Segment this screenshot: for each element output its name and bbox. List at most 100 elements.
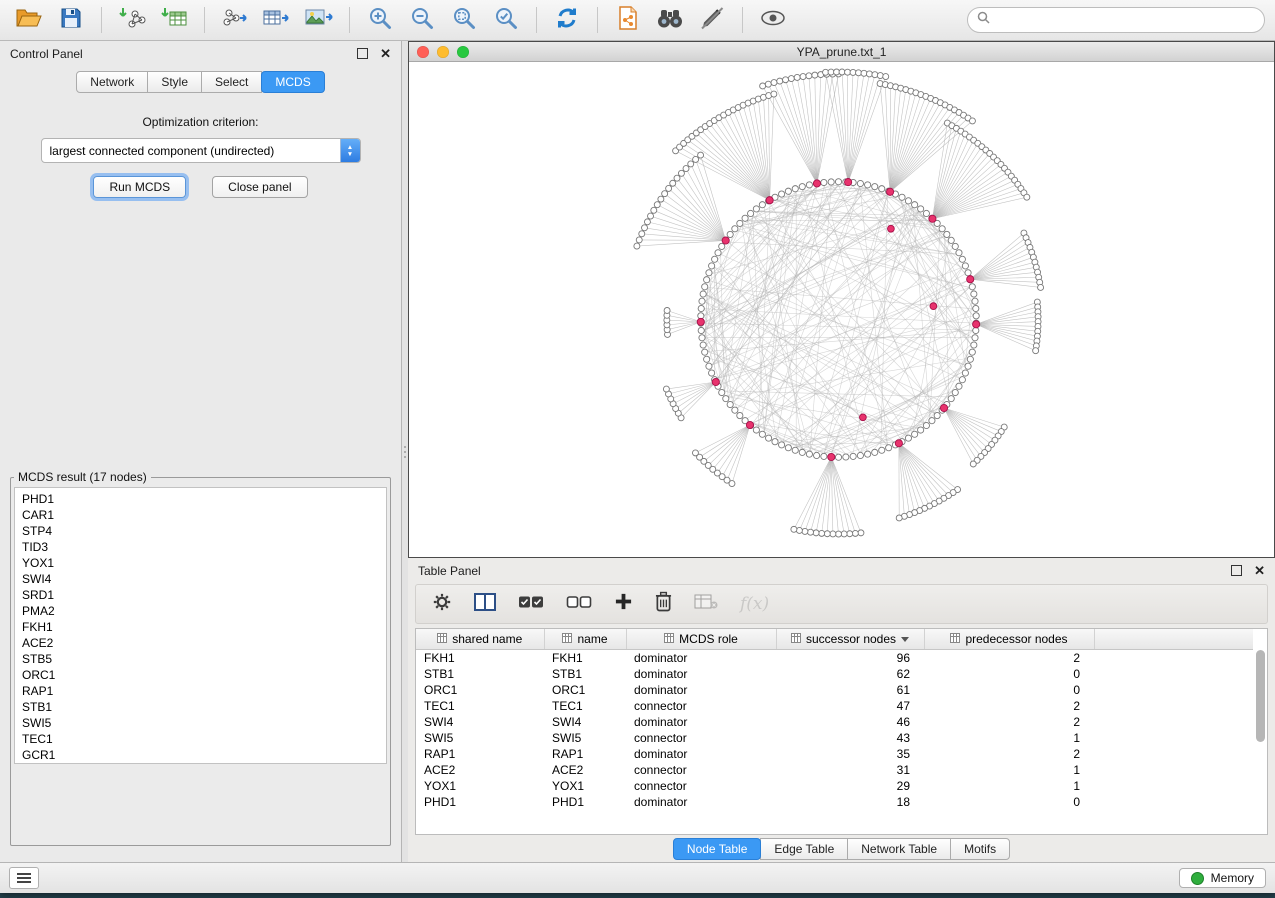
vizmap-button[interactable] [693, 4, 731, 36]
search-input[interactable] [996, 12, 1255, 28]
float-panel-icon[interactable] [357, 48, 368, 59]
tab-node-table[interactable]: Node Table [673, 838, 762, 860]
show-columns-button[interactable] [474, 593, 496, 616]
result-item[interactable]: TEC1 [22, 731, 386, 747]
import-network-button[interactable] [113, 4, 151, 36]
network-canvas[interactable] [409, 62, 1274, 557]
result-item[interactable]: SRD1 [22, 587, 386, 603]
table-row[interactable]: ORC1ORC1dominator610 [416, 682, 1253, 698]
control-panel-header: Control Panel ✕ [0, 41, 401, 66]
status-menu-button[interactable] [9, 867, 39, 889]
tab-select[interactable]: Select [201, 71, 262, 93]
criterion-select[interactable]: largest connected component (undirected)… [41, 138, 361, 163]
memory-button[interactable]: Memory [1179, 868, 1266, 888]
result-item[interactable]: PMA2 [22, 603, 386, 619]
save-session-button[interactable] [52, 4, 90, 36]
tab-style[interactable]: Style [147, 71, 202, 93]
close-table-panel-icon[interactable]: ✕ [1254, 564, 1265, 577]
select-all-button[interactable] [518, 594, 544, 615]
select-stepper-icon[interactable]: ▲▼ [340, 139, 360, 162]
tab-network-table[interactable]: Network Table [847, 838, 951, 860]
table-cell: dominator [626, 650, 776, 667]
memory-status-icon [1191, 872, 1204, 885]
result-item[interactable]: CAR1 [22, 507, 386, 523]
unselect-all-button[interactable] [566, 594, 592, 615]
open-file-button[interactable] [10, 4, 48, 36]
trash-icon [655, 591, 672, 617]
export-network-button[interactable] [216, 4, 254, 36]
export-table-icon [263, 6, 291, 35]
table-cell: SWI5 [416, 730, 544, 746]
export-image-icon [305, 6, 333, 35]
tab-network[interactable]: Network [76, 71, 148, 93]
result-item[interactable]: SWI5 [22, 715, 386, 731]
result-item[interactable]: RAP1 [22, 683, 386, 699]
result-item[interactable]: STP4 [22, 523, 386, 539]
result-item[interactable]: STB5 [22, 651, 386, 667]
run-mcds-button[interactable]: Run MCDS [93, 176, 186, 198]
delete-column-button[interactable] [655, 591, 672, 617]
gear-icon [432, 592, 452, 617]
zoom-selected-button[interactable] [487, 4, 525, 36]
zoom-out-button[interactable] [403, 4, 441, 36]
column-header-successor-nodes[interactable]: successor nodes [776, 629, 924, 650]
table-row[interactable]: SWI5SWI5connector431 [416, 730, 1253, 746]
add-column-button[interactable] [614, 592, 633, 616]
refresh-button[interactable] [548, 4, 586, 36]
node-table-body: FKH1FKH1dominator962STB1STB1dominator620… [416, 650, 1253, 811]
table-cell: 0 [924, 794, 1094, 810]
table-row[interactable]: SWI4SWI4dominator462 [416, 714, 1253, 730]
table-cell: dominator [626, 682, 776, 698]
tab-motifs[interactable]: Motifs [950, 838, 1010, 860]
mcds-result-list[interactable]: PHD1CAR1STP4TID3YOX1SWI4SRD1PMA2FKH1ACE2… [14, 487, 387, 764]
table-row[interactable]: TEC1TEC1connector472 [416, 698, 1253, 714]
hide-panel-button[interactable] [754, 4, 792, 36]
column-header-name[interactable]: name [544, 629, 626, 650]
export-table-button[interactable] [258, 4, 296, 36]
table-row[interactable]: STB1STB1dominator620 [416, 666, 1253, 682]
float-table-panel-icon[interactable] [1231, 565, 1242, 576]
table-row[interactable]: ACE2ACE2connector311 [416, 762, 1253, 778]
optimization-criterion-label: Optimization criterion: [0, 115, 401, 129]
result-item[interactable]: STB1 [22, 699, 386, 715]
import-table-button[interactable] [155, 4, 193, 36]
result-item[interactable]: FKH1 [22, 619, 386, 635]
zoom-fit-icon [452, 6, 476, 35]
table-cell: 1 [924, 730, 1094, 746]
network-document-button[interactable] [609, 4, 647, 36]
close-panel-icon[interactable]: ✕ [380, 47, 391, 60]
export-image-button[interactable] [300, 4, 338, 36]
table-cell: 0 [924, 666, 1094, 682]
table-row[interactable]: YOX1YOX1connector291 [416, 778, 1253, 794]
table-scrollbar[interactable] [1256, 650, 1265, 832]
tab-edge-table[interactable]: Edge Table [760, 838, 848, 860]
zoom-in-button[interactable] [361, 4, 399, 36]
zoom-fit-button[interactable] [445, 4, 483, 36]
table-row[interactable]: FKH1FKH1dominator962 [416, 650, 1253, 667]
table-cell: STB1 [544, 666, 626, 682]
result-item[interactable]: PHD1 [22, 491, 386, 507]
scrollbar-thumb[interactable] [1256, 650, 1265, 742]
result-item[interactable]: ACE2 [22, 635, 386, 651]
tab-mcds[interactable]: MCDS [261, 71, 324, 93]
column-header-shared-name[interactable]: shared name [416, 629, 544, 650]
column-grid-icon [950, 632, 960, 646]
network-titlebar: YPA_prune.txt_1 [409, 42, 1274, 62]
column-header-mcds-role[interactable]: MCDS role [626, 629, 776, 650]
table-header-row: shared name name MCDS role successor nod… [416, 629, 1253, 650]
table-cell: SWI4 [416, 714, 544, 730]
result-item[interactable]: SWI4 [22, 571, 386, 587]
column-header-predecessor-nodes[interactable]: predecessor nodes [924, 629, 1094, 650]
result-item[interactable]: YOX1 [22, 555, 386, 571]
result-item[interactable]: GCR1 [22, 747, 386, 763]
search-network-button[interactable] [651, 4, 689, 36]
network-svg [409, 62, 1274, 557]
close-panel-button[interactable]: Close panel [212, 176, 307, 198]
table-row[interactable]: RAP1RAP1dominator352 [416, 746, 1253, 762]
table-row[interactable]: PHD1PHD1dominator180 [416, 794, 1253, 810]
result-item[interactable]: TID3 [22, 539, 386, 555]
table-settings-button[interactable] [432, 592, 452, 617]
result-item[interactable]: ORC1 [22, 667, 386, 683]
sort-caret-icon [901, 637, 909, 642]
table-panel-title: Table Panel [418, 564, 481, 578]
